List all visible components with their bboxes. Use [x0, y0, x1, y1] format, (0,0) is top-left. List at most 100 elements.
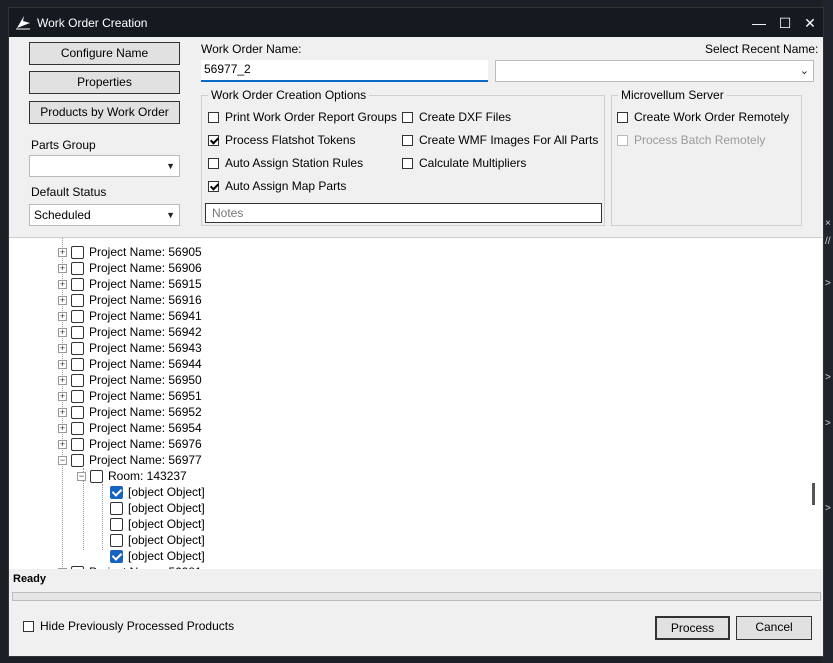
tree-checkbox[interactable] — [71, 261, 84, 275]
checkbox-box[interactable] — [402, 134, 413, 146]
tree-checkbox[interactable] — [110, 485, 123, 499]
close-icon[interactable]: ✕ — [800, 13, 820, 33]
checkbox-box[interactable] — [208, 157, 219, 169]
expand-icon[interactable]: + — [58, 311, 67, 321]
auto-assign-map-parts-checkbox[interactable]: Auto Assign Map Parts — [208, 179, 346, 193]
tree-node-label: [object Object] — [128, 485, 205, 499]
tree-checkbox[interactable] — [71, 293, 84, 307]
expand-icon[interactable]: + — [58, 391, 67, 401]
expand-icon[interactable]: + — [58, 343, 67, 353]
project-node[interactable]: + Project Name: 56906 — [58, 260, 202, 276]
checkbox-box[interactable] — [208, 111, 219, 123]
work-order-name-input[interactable]: 56977_2 — [201, 60, 488, 82]
notes-input[interactable]: Notes — [205, 203, 602, 223]
tree-checkbox[interactable] — [110, 549, 123, 563]
project-node[interactable]: + Project Name: 56981 — [58, 564, 202, 569]
project-node[interactable]: + Project Name: 56954 — [58, 420, 202, 436]
project-node[interactable]: + Project Name: 56942 — [58, 324, 202, 340]
tree-checkbox[interactable] — [71, 453, 84, 467]
properties-button[interactable]: Properties — [29, 71, 180, 94]
collapse-icon[interactable]: − — [77, 471, 86, 481]
expand-icon[interactable]: + — [58, 439, 67, 449]
expand-icon[interactable]: + — [58, 295, 67, 305]
checkbox-box[interactable] — [617, 111, 628, 123]
expand-icon[interactable]: + — [58, 407, 67, 417]
product-node[interactable]: [object Object] — [110, 516, 205, 532]
process-button[interactable]: Process — [655, 616, 730, 640]
tree-checkbox[interactable] — [110, 533, 123, 547]
tree-checkbox[interactable] — [71, 341, 84, 355]
project-node[interactable]: + Project Name: 56943 — [58, 340, 202, 356]
tree-guide-line — [102, 484, 103, 550]
hide-processed-checkbox[interactable]: Hide Previously Processed Products — [23, 619, 234, 633]
project-node[interactable]: + Project Name: 56952 — [58, 404, 202, 420]
create-dxf-files-checkbox[interactable]: Create DXF Files — [402, 110, 511, 124]
tree-node-label: Project Name: 56915 — [89, 277, 202, 291]
product-node[interactable]: [object Object] — [110, 532, 205, 548]
tree-scrollbar-thumb[interactable] — [812, 483, 815, 505]
product-node[interactable]: [object Object] — [110, 548, 205, 564]
expand-icon[interactable]: + — [58, 247, 67, 257]
product-node[interactable]: [object Object] — [110, 500, 205, 516]
project-node[interactable]: − Project Name: 56977 — [58, 452, 202, 468]
create-wmf-images-for-all-parts-checkbox[interactable]: Create WMF Images For All Parts — [402, 133, 598, 147]
checkbox-box[interactable] — [208, 134, 219, 146]
default-status-dropdown[interactable]: Scheduled ▼ — [29, 204, 180, 226]
expand-icon[interactable]: + — [58, 327, 67, 337]
tree-checkbox[interactable] — [71, 325, 84, 339]
tree-checkbox[interactable] — [71, 357, 84, 371]
checkbox-box[interactable] — [208, 180, 219, 192]
expand-icon[interactable]: + — [58, 263, 67, 273]
create-wmf-images-for-all-parts-label: Create WMF Images For All Parts — [419, 133, 599, 147]
title-bar[interactable]: Work Order Creation — ☐ ✕ — [9, 8, 823, 37]
collapse-icon[interactable]: − — [58, 455, 67, 465]
tree-checkbox[interactable] — [110, 517, 123, 531]
expand-icon[interactable]: + — [58, 423, 67, 433]
cancel-button[interactable]: Cancel — [736, 616, 812, 640]
tree-checkbox[interactable] — [71, 389, 84, 403]
tree-checkbox[interactable] — [71, 437, 84, 451]
tree-node-label: Project Name: 56941 — [89, 309, 202, 323]
print-work-order-report-groups-checkbox[interactable]: Print Work Order Report Groups — [208, 110, 397, 124]
auto-assign-station-rules-checkbox[interactable]: Auto Assign Station Rules — [208, 156, 363, 170]
tree-node-label: Project Name: 56944 — [89, 357, 202, 371]
project-node[interactable]: + Project Name: 56944 — [58, 356, 202, 372]
tree-checkbox[interactable] — [90, 469, 103, 483]
project-node[interactable]: + Project Name: 56941 — [58, 308, 202, 324]
products-by-work-order-button[interactable]: Products by Work Order — [29, 101, 180, 124]
project-node[interactable]: + Project Name: 56916 — [58, 292, 202, 308]
expand-icon[interactable]: + — [58, 375, 67, 385]
tree-checkbox[interactable] — [71, 309, 84, 323]
maximize-icon[interactable]: ☐ — [775, 13, 795, 33]
tree-checkbox[interactable] — [71, 373, 84, 387]
tree-checkbox[interactable] — [71, 421, 84, 435]
expand-icon[interactable]: + — [58, 567, 67, 569]
checkbox-box[interactable] — [402, 111, 413, 123]
checkbox-box[interactable] — [23, 620, 34, 632]
product-node[interactable]: [object Object] — [110, 484, 205, 500]
project-node[interactable]: + Project Name: 56951 — [58, 388, 202, 404]
tree-node-label: [object Object] — [128, 549, 205, 563]
create-work-order-remotely-checkbox[interactable]: Create Work Order Remotely — [617, 110, 789, 124]
configure-name-button[interactable]: Configure Name — [29, 42, 180, 65]
calculate-multipliers-checkbox[interactable]: Calculate Multipliers — [402, 156, 526, 170]
tree-checkbox[interactable] — [71, 245, 84, 259]
products-tree[interactable]: + Project Name: 56905 + Project Name: 56906… — [9, 237, 822, 569]
checkbox-box[interactable] — [402, 157, 413, 169]
tree-checkbox[interactable] — [71, 565, 84, 569]
room-node[interactable]: − Room: 143237 — [77, 468, 187, 484]
tree-checkbox[interactable] — [71, 405, 84, 419]
project-node[interactable]: + Project Name: 56950 — [58, 372, 202, 388]
process-flatshot-tokens-checkbox[interactable]: Process Flatshot Tokens — [208, 133, 356, 147]
expand-icon[interactable]: + — [58, 279, 67, 289]
project-node[interactable]: + Project Name: 56905 — [58, 244, 202, 260]
tree-checkbox[interactable] — [71, 277, 84, 291]
parts-group-dropdown[interactable]: ▼ — [29, 155, 180, 177]
expand-icon[interactable]: + — [58, 359, 67, 369]
project-node[interactable]: + Project Name: 56915 — [58, 276, 202, 292]
tree-checkbox[interactable] — [110, 501, 123, 515]
minimize-icon[interactable]: — — [749, 13, 769, 33]
select-recent-name-dropdown[interactable]: ⌄ — [495, 60, 814, 82]
project-node[interactable]: + Project Name: 56976 — [58, 436, 202, 452]
edge-mark-icon: > — [825, 418, 831, 429]
